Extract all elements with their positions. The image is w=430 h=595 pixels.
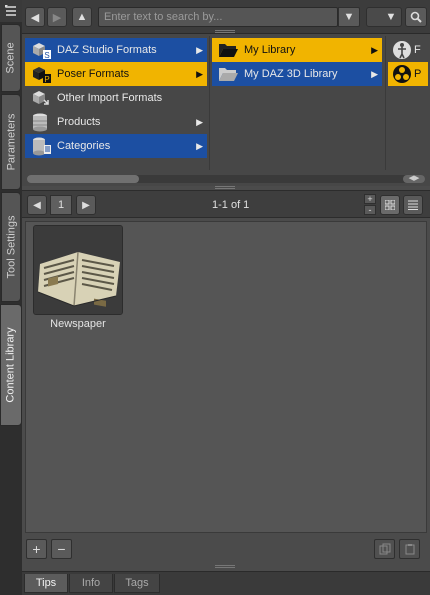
remove-button[interactable]: − bbox=[51, 539, 72, 559]
splitter-grip[interactable] bbox=[215, 186, 235, 189]
list-view-icon bbox=[408, 200, 418, 210]
dropdown-options-icon: ▼ bbox=[385, 11, 397, 23]
list-menu-icon[interactable] bbox=[0, 0, 22, 22]
forward-button[interactable]: ▶ bbox=[47, 7, 67, 27]
column-divider[interactable] bbox=[385, 36, 386, 170]
asset-label: Newspaper bbox=[50, 318, 106, 330]
tree-column-1: S DAZ Studio Formats ▶ P Poser Formats ▶… bbox=[25, 38, 207, 168]
arrow-right-icon: ▶ bbox=[52, 11, 62, 24]
up-button[interactable]: ▲ bbox=[72, 7, 92, 27]
asset-item[interactable]: Newspaper bbox=[26, 222, 130, 334]
copy-button[interactable] bbox=[374, 539, 395, 559]
tree-item-figures[interactable]: F bbox=[388, 38, 428, 62]
tree-item-my-library[interactable]: My Library ▶ bbox=[212, 38, 382, 62]
tree-column-3: F P bbox=[388, 38, 428, 168]
paste-button[interactable] bbox=[399, 539, 420, 559]
info-tabs: Tips Info Tags bbox=[22, 571, 430, 595]
tree-item-daz-studio-formats[interactable]: S DAZ Studio Formats ▶ bbox=[25, 38, 207, 62]
asset-grid: Newspaper bbox=[25, 221, 427, 533]
products-icon bbox=[29, 111, 53, 133]
content-library-pane: ◀ ▶ ▲ ▼ ▼ S DAZ Studio Formats ▶ bbox=[22, 0, 430, 595]
result-range: 1-1 of 1 bbox=[212, 199, 250, 211]
list-view-button[interactable] bbox=[403, 195, 423, 215]
folder-open-icon bbox=[216, 39, 240, 61]
copy-icon bbox=[379, 543, 390, 555]
horizontal-scrollbar[interactable]: ◀▶ bbox=[27, 175, 425, 183]
tab-scene[interactable]: Scene bbox=[1, 24, 21, 92]
tree-item-props[interactable]: P bbox=[388, 62, 428, 86]
tab-content-library[interactable]: Content Library bbox=[0, 304, 22, 426]
pager-bar: ◀ 1 ▶ 1-1 of 1 + - bbox=[22, 190, 430, 218]
tree-item-other-import-formats[interactable]: Other Import Formats bbox=[25, 86, 207, 110]
search-filter-dropdown[interactable]: ▼ bbox=[338, 7, 360, 27]
tree-item-products[interactable]: Products ▶ bbox=[25, 110, 207, 134]
icon-view-icon bbox=[385, 200, 395, 210]
zoom-in-button[interactable]: + bbox=[364, 194, 376, 204]
tree-item-my-daz-3d-library[interactable]: My DAZ 3D Library ▶ bbox=[212, 62, 382, 86]
tab-tool-settings[interactable]: Tool Settings bbox=[1, 192, 21, 302]
bottom-toolbar: + − bbox=[22, 537, 430, 563]
category-tree: S DAZ Studio Formats ▶ P Poser Formats ▶… bbox=[22, 34, 430, 186]
splitter-grip[interactable] bbox=[215, 30, 235, 33]
tab-tags[interactable]: Tags bbox=[114, 574, 160, 593]
previous-page-button[interactable]: ◀ bbox=[27, 195, 47, 215]
tab-parameters[interactable]: Parameters bbox=[1, 94, 21, 190]
scrollbar-thumb[interactable] bbox=[27, 175, 139, 183]
add-button[interactable]: + bbox=[26, 539, 47, 559]
poser-formats-icon: P bbox=[29, 63, 53, 85]
search-input[interactable] bbox=[98, 7, 338, 27]
dropdown-filter-icon: ▼ bbox=[343, 11, 355, 23]
svg-text:P: P bbox=[44, 75, 49, 84]
scroll-arrows-icon[interactable]: ◀▶ bbox=[403, 175, 425, 183]
categories-icon bbox=[29, 135, 53, 157]
column-divider[interactable] bbox=[209, 36, 210, 170]
zoom-out-button[interactable]: - bbox=[364, 205, 376, 215]
arrow-up-icon: ▲ bbox=[76, 11, 88, 23]
arrow-left-icon: ◀ bbox=[33, 199, 41, 211]
splitter-grip[interactable] bbox=[215, 565, 235, 568]
back-button[interactable]: ◀ bbox=[25, 7, 45, 27]
page-number[interactable]: 1 bbox=[50, 195, 72, 215]
daz-studio-formats-icon: S bbox=[29, 39, 53, 61]
search-options-dropdown[interactable]: ▼ bbox=[366, 7, 402, 27]
paste-icon bbox=[405, 544, 414, 555]
search-button[interactable] bbox=[405, 7, 427, 27]
next-page-button[interactable]: ▶ bbox=[76, 195, 96, 215]
arrow-right-icon: ▶ bbox=[82, 199, 90, 211]
tab-tips[interactable]: Tips bbox=[24, 574, 68, 593]
tree-column-2: My Library ▶ My DAZ 3D Library ▶ bbox=[212, 38, 382, 168]
tree-item-categories[interactable]: Categories ▶ bbox=[25, 134, 207, 158]
import-formats-icon bbox=[29, 87, 53, 109]
svg-text:S: S bbox=[44, 51, 49, 60]
newspaper-thumbnail[interactable] bbox=[33, 225, 123, 315]
icon-view-button[interactable] bbox=[380, 195, 400, 215]
tab-info[interactable]: Info bbox=[69, 574, 113, 593]
props-icon bbox=[390, 63, 414, 85]
figure-icon bbox=[390, 39, 414, 61]
tree-item-poser-formats[interactable]: P Poser Formats ▶ bbox=[25, 62, 207, 86]
vertical-tab-strip: Scene Parameters Tool Settings Content L… bbox=[0, 0, 22, 595]
toolbar: ◀ ▶ ▲ ▼ ▼ bbox=[22, 0, 430, 34]
magnifier-icon bbox=[410, 11, 422, 23]
arrow-left-icon: ◀ bbox=[30, 11, 40, 24]
folder-icon bbox=[216, 63, 240, 85]
